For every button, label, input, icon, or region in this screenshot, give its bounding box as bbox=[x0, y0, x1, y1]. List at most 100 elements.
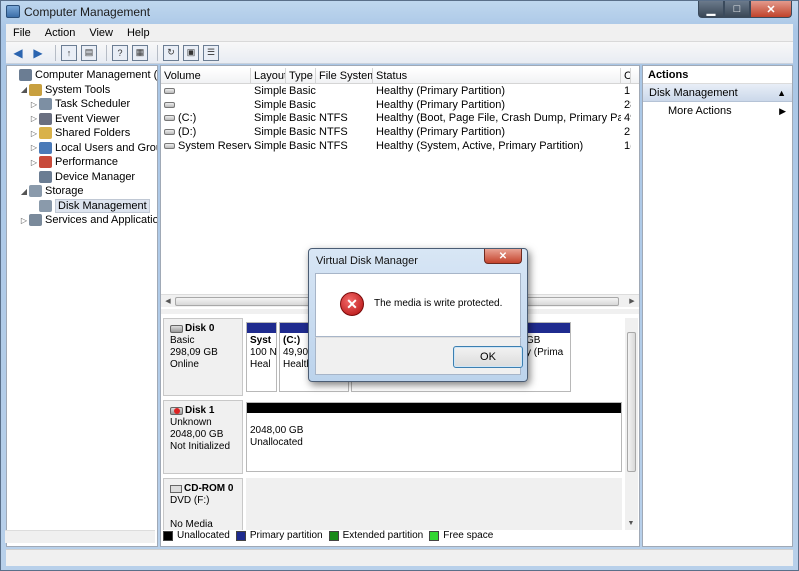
legend-item: Primary partition bbox=[235, 530, 323, 541]
expand-arrow-icon[interactable]: ▷ bbox=[19, 216, 29, 225]
expand-arrow-icon[interactable]: ▷ bbox=[29, 100, 39, 109]
volume-cell: NTFS bbox=[316, 140, 373, 154]
tree-item[interactable]: ▷ Local Users and Groups bbox=[29, 141, 157, 155]
volume-row[interactable]: System ReservedSimpleBasicNTFS Healthy (S… bbox=[161, 140, 631, 154]
tree-node-icon bbox=[39, 156, 52, 168]
tree-item-label: Device Manager bbox=[55, 170, 136, 183]
menu-help[interactable]: Help bbox=[120, 27, 157, 39]
collapse-up-icon[interactable]: ▲ bbox=[777, 84, 786, 102]
partition-status: Heal bbox=[250, 359, 271, 370]
properties-icon[interactable]: ▦ bbox=[132, 44, 148, 61]
expand-arrow-icon[interactable]: ▷ bbox=[29, 158, 39, 167]
volume-cell: Basic bbox=[286, 126, 316, 140]
volume-row[interactable]: SimpleBasic Healthy (Primary Partition) 1, bbox=[161, 85, 631, 99]
menu-file[interactable]: File bbox=[6, 27, 38, 39]
cdrom-name: CD-ROM 0 bbox=[184, 483, 234, 494]
volume-cell: NTFS bbox=[316, 112, 373, 126]
expand-arrow-icon[interactable]: ◢ bbox=[19, 187, 29, 196]
expand-arrow-icon[interactable]: ▷ bbox=[29, 143, 39, 152]
disk1-label[interactable]: Disk 1 Unknown 2048,00 GB Not Initialize… bbox=[163, 400, 243, 474]
dialog-close-button[interactable]: ✕ bbox=[484, 249, 522, 264]
legend-label: Extended partition bbox=[342, 530, 424, 541]
scroll-right-arrow-icon[interactable]: ▶ bbox=[626, 295, 638, 307]
volume-row[interactable]: (D:) Simple Basic NTFS Healthy (Primary Part… bbox=[161, 126, 631, 140]
column-header[interactable]: File System bbox=[316, 68, 373, 83]
disk-legend: Unallocated Primary partition Extended par… bbox=[163, 530, 499, 541]
volume-cell: 28 bbox=[621, 99, 631, 113]
actions-section-disk-management[interactable]: Disk Management ▲ bbox=[643, 84, 792, 102]
tree-item-label: Task Scheduler bbox=[55, 98, 131, 110]
expand-arrow-icon[interactable]: ▷ bbox=[29, 129, 39, 138]
menu-action[interactable]: Action bbox=[38, 27, 83, 39]
tree-item[interactable]: ▷ Shared Folders bbox=[29, 126, 130, 140]
forward-arrow-icon[interactable]: ▶ bbox=[30, 45, 46, 61]
tree-item[interactable]: ▷ Event Viewer bbox=[29, 112, 120, 126]
volume-icon bbox=[164, 129, 175, 136]
tree-item-label: Storage bbox=[45, 185, 84, 197]
menu-bar: File Action View Help bbox=[6, 24, 793, 42]
refresh-icon[interactable]: ↻ bbox=[163, 44, 179, 61]
volume-cell bbox=[316, 99, 373, 113]
close-button[interactable]: ✕ bbox=[750, 1, 792, 18]
more-actions-item[interactable]: More Actions ▶ bbox=[643, 102, 792, 120]
primary-partition-bar bbox=[247, 323, 276, 333]
volume-cell-text: Healthy (Boot, Page File, Crash Dump, Pr… bbox=[376, 112, 621, 125]
tree-scrollbar[interactable] bbox=[5, 530, 155, 543]
scroll-left-arrow-icon[interactable]: ◀ bbox=[162, 295, 174, 307]
disk0-label[interactable]: Disk 0 Basic 298,09 GB Online bbox=[163, 318, 243, 396]
volume-cell-text: Healthy (Primary Partition) bbox=[376, 126, 505, 139]
cdrom-label[interactable]: CD-ROM 0 DVD (F:) No Media bbox=[163, 478, 243, 530]
volume-cell: Simple bbox=[251, 112, 286, 126]
export-list-icon[interactable]: ▣ bbox=[183, 44, 199, 61]
column-header[interactable]: Layout bbox=[251, 68, 286, 83]
help-icon[interactable]: ? bbox=[112, 44, 128, 61]
volume-cell: Basic bbox=[286, 140, 316, 154]
column-header[interactable]: Status bbox=[373, 68, 621, 83]
disk1-status: Not Initialized bbox=[170, 441, 231, 452]
column-header[interactable]: Type bbox=[286, 68, 316, 83]
tree-node-icon bbox=[39, 141, 52, 154]
expand-arrow-icon[interactable]: ◢ bbox=[19, 85, 29, 94]
tree-node-icon bbox=[29, 214, 42, 226]
menu-view[interactable]: View bbox=[82, 27, 120, 39]
volume-cell-text: 21 bbox=[624, 126, 631, 139]
tree-item[interactable]: Computer Management (Local bbox=[9, 68, 158, 82]
tree-item[interactable]: ▷ Services and Applications bbox=[19, 213, 157, 227]
volume-row[interactable]: SimpleBasic Healthy (Primary Partition) 28 bbox=[161, 99, 631, 113]
title-bar[interactable]: Computer Management ▁ □ ✕ bbox=[1, 1, 798, 23]
tree-item-label: Computer Management (Local bbox=[35, 69, 158, 81]
ok-button[interactable]: OK bbox=[453, 346, 523, 368]
expand-arrow-icon[interactable]: ▷ bbox=[29, 114, 39, 123]
tree-item[interactable]: Device Manager bbox=[29, 170, 135, 184]
disk0-status: Online bbox=[170, 359, 199, 370]
maximize-button[interactable]: □ bbox=[724, 1, 750, 18]
tree-item[interactable]: Disk Management bbox=[29, 198, 150, 213]
volume-cell-text: Simple bbox=[254, 126, 286, 139]
unallocated-size: 2048,00 GB bbox=[250, 425, 304, 436]
error-icon: ✕ bbox=[340, 292, 364, 316]
column-header[interactable]: C bbox=[621, 68, 631, 83]
tree-item[interactable]: ▷ Performance bbox=[29, 155, 118, 169]
volume-cell: Simple bbox=[251, 85, 286, 99]
properties-sheet-icon[interactable]: ☰ bbox=[203, 44, 219, 61]
back-arrow-icon[interactable]: ◀ bbox=[10, 45, 26, 61]
tree-item[interactable]: ▷ Task Scheduler bbox=[29, 97, 130, 111]
volume-icon bbox=[164, 101, 175, 108]
volume-row[interactable]: (C:) Simple Basic NTFS Healthy (Boot, Page F… bbox=[161, 112, 631, 126]
up-folder-icon[interactable]: ↑ bbox=[61, 44, 77, 61]
scroll-down-arrow-icon[interactable]: ▼ bbox=[625, 517, 637, 529]
disk0-partition-system[interactable]: Syst 100 N Heal bbox=[246, 322, 277, 392]
disk-view-scrollbar[interactable]: ▼ bbox=[625, 318, 638, 530]
disk1-unallocated[interactable]: 2048,00 GB Unallocated bbox=[246, 402, 622, 472]
column-header[interactable]: Volume bbox=[161, 68, 251, 83]
tree-item[interactable]: ◢ System Tools bbox=[19, 83, 110, 97]
computer-management-icon bbox=[6, 5, 20, 18]
show-hide-tree-icon[interactable]: ▤ bbox=[81, 44, 97, 61]
tree-node-icon bbox=[29, 83, 42, 96]
tree-item[interactable]: ◢ Storage bbox=[19, 184, 84, 198]
volume-cell-text: (C:) bbox=[178, 112, 197, 125]
disk0-partition-d[interactable]: GB y (Prima bbox=[523, 322, 571, 392]
scrollbar-thumb[interactable] bbox=[627, 332, 636, 472]
dialog-title: Virtual Disk Manager bbox=[316, 255, 418, 267]
minimize-button[interactable]: ▁ bbox=[698, 1, 724, 18]
